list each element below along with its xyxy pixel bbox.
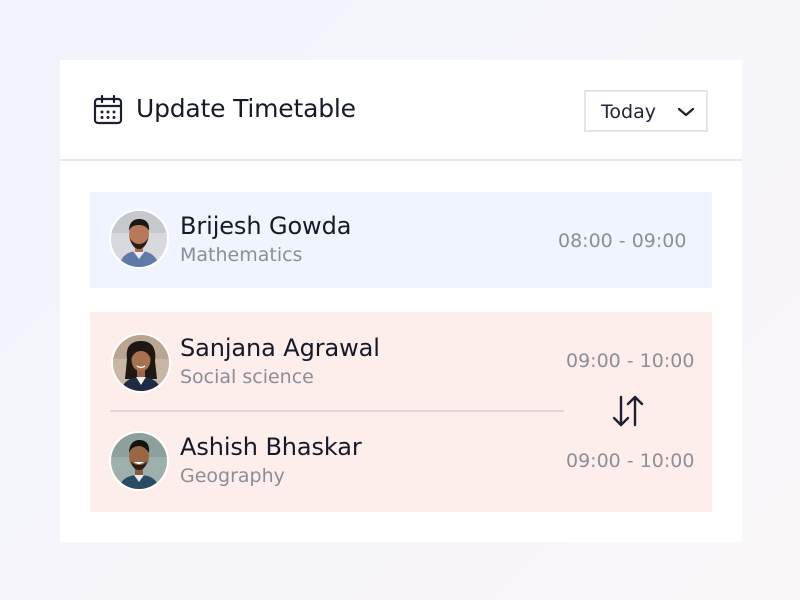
teacher-name: Ashish Bhaskar xyxy=(180,433,362,461)
page-title: Update Timetable xyxy=(136,94,356,123)
avatar xyxy=(109,431,169,491)
subject-name: Mathematics xyxy=(180,244,303,266)
divider xyxy=(110,410,564,412)
time-slot: 08:00 - 09:00 xyxy=(558,230,687,252)
teacher-name: Brijesh Gowda xyxy=(180,212,352,240)
swap-vertical-arrows-icon[interactable] xyxy=(609,394,647,428)
subject-name: Social science xyxy=(180,366,314,388)
time-slot: 09:00 - 10:00 xyxy=(566,350,695,372)
teacher-name: Sanjana Agrawal xyxy=(180,334,380,362)
timetable-row-current[interactable]: Brijesh Gowda Mathematics 08:00 - 09:00 xyxy=(90,192,712,288)
card-header: Update Timetable Today xyxy=(60,60,742,161)
calendar-icon xyxy=(93,95,123,125)
time-slot: 09:00 - 10:00 xyxy=(566,450,695,472)
avatar xyxy=(109,209,169,269)
avatar xyxy=(111,333,171,393)
date-filter-value: Today xyxy=(601,101,656,123)
update-timetable-card: Update Timetable Today Brijesh Gowda Mat… xyxy=(60,60,742,542)
chevron-down-icon xyxy=(677,107,695,117)
subject-name: Geography xyxy=(180,465,285,487)
swap-group: Sanjana Agrawal Social science 09:00 - 1… xyxy=(90,312,712,512)
date-filter-dropdown[interactable]: Today xyxy=(584,90,708,132)
